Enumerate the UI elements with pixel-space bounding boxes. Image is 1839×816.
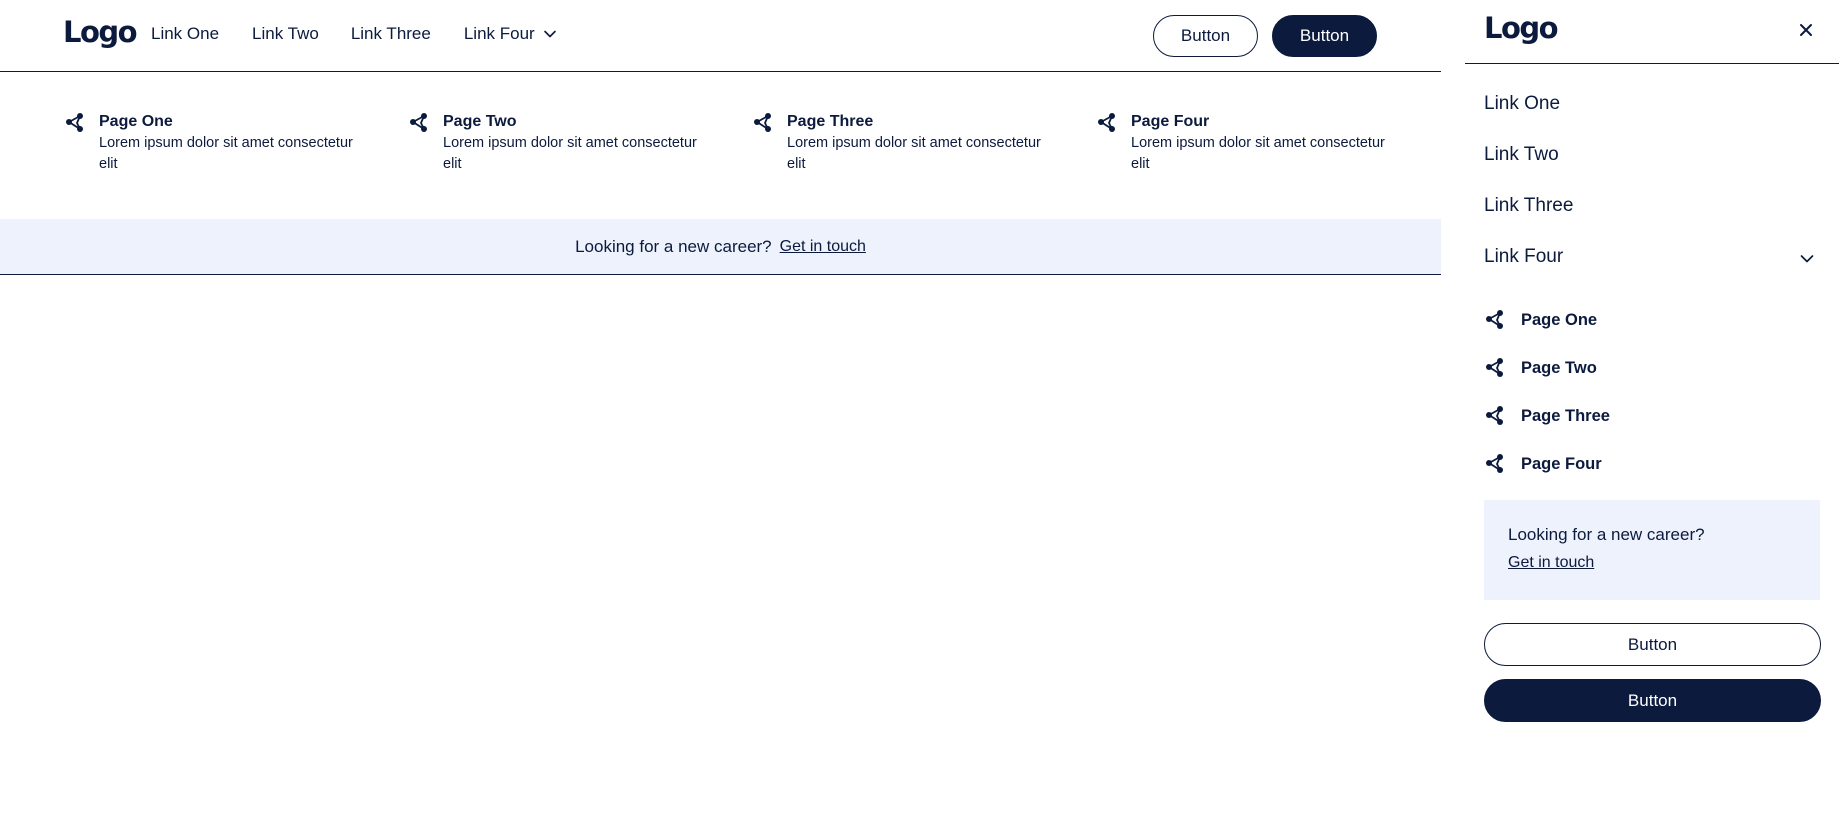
close-icon[interactable] (1797, 21, 1815, 39)
share-nodes-icon (66, 113, 83, 132)
primary-button[interactable]: Button (1272, 15, 1377, 57)
mega-item-page-one[interactable]: Page One Lorem ipsum dolor sit amet cons… (65, 112, 375, 175)
mobile-nav-link-two[interactable]: Link Two (1484, 144, 1559, 166)
career-banner: Looking for a new career? Get in touch (0, 219, 1441, 275)
chevron-down-icon (543, 30, 556, 38)
desktop-nav-links: Link One Link Two Link Three Link Four (151, 24, 557, 44)
mega-item-title: Page Four (1131, 113, 1210, 130)
mobile-page-label: Page Two (1521, 358, 1597, 377)
mega-item-desc: Lorem ipsum dolor sit amet consectetur e… (1131, 135, 1385, 172)
mobile-nav-link-one[interactable]: Link One (1484, 93, 1560, 115)
mobile-page-four[interactable]: Page Four (1485, 453, 1602, 475)
mega-item-desc: Lorem ipsum dolor sit amet consectetur e… (787, 135, 1041, 172)
mega-item-title: Page Three (787, 113, 874, 130)
desktop-topbar: Logo Link One Link Two Link Three Link F… (0, 0, 1441, 72)
get-in-touch-link[interactable]: Get in touch (1508, 554, 1796, 572)
mobile-page-three[interactable]: Page Three (1485, 405, 1610, 427)
mega-item-desc: Lorem ipsum dolor sit amet consectetur e… (99, 135, 353, 172)
mega-item-page-three[interactable]: Page Three Lorem ipsum dolor sit amet co… (753, 112, 1063, 175)
banner-text: Looking for a new career? (575, 236, 772, 256)
secondary-button[interactable]: Button (1153, 15, 1258, 57)
mobile-page-two[interactable]: Page Two (1485, 357, 1597, 379)
mobile-page-label: Page Four (1521, 454, 1602, 473)
logo[interactable]: Logo (63, 15, 138, 49)
mega-item-desc: Lorem ipsum dolor sit amet consectetur e… (443, 135, 697, 172)
share-nodes-icon (1486, 358, 1503, 377)
mega-item-page-four[interactable]: Page Four Lorem ipsum dolor sit amet con… (1097, 112, 1407, 175)
desktop-navbar: Logo Link One Link Two Link Three Link F… (0, 0, 1441, 275)
nav-link-two[interactable]: Link Two (252, 24, 319, 44)
nav-link-one[interactable]: Link One (151, 24, 219, 44)
share-nodes-icon (1098, 113, 1115, 132)
nav-link-three[interactable]: Link Three (351, 24, 431, 44)
share-nodes-icon (1486, 406, 1503, 425)
mega-menu: Page One Lorem ipsum dolor sit amet cons… (0, 72, 1441, 219)
share-nodes-icon (1486, 454, 1503, 473)
nav-link-four-dropdown[interactable]: Link Four (464, 24, 557, 44)
mobile-page-one[interactable]: Page One (1485, 309, 1597, 331)
mobile-nav-link-four[interactable]: Link Four (1484, 246, 1563, 268)
mega-item-title: Page Two (443, 113, 517, 130)
mobile-secondary-button[interactable]: Button (1484, 623, 1821, 666)
mobile-primary-button[interactable]: Button (1484, 679, 1821, 722)
mobile-logo[interactable]: Logo (1484, 11, 1559, 45)
card-text: Looking for a new career? (1508, 525, 1705, 544)
share-nodes-icon (1486, 310, 1503, 329)
mobile-career-card: Looking for a new career? Get in touch (1484, 500, 1820, 600)
chevron-down-icon[interactable] (1799, 251, 1815, 267)
nav-link-four-label: Link Four (463, 24, 535, 43)
mobile-header: Logo (1465, 0, 1839, 64)
share-nodes-icon (410, 113, 427, 132)
mega-item-page-two[interactable]: Page Two Lorem ipsum dolor sit amet cons… (409, 112, 719, 175)
mobile-menu-panel: Logo Link One Link Two Link Three Link F… (1465, 0, 1839, 816)
mobile-page-label: Page One (1521, 310, 1598, 329)
mobile-nav-link-three[interactable]: Link Three (1484, 195, 1573, 217)
mega-item-title: Page One (99, 113, 173, 130)
get-in-touch-link[interactable]: Get in touch (780, 238, 866, 256)
mobile-page-label: Page Three (1521, 406, 1610, 425)
share-nodes-icon (754, 113, 771, 132)
